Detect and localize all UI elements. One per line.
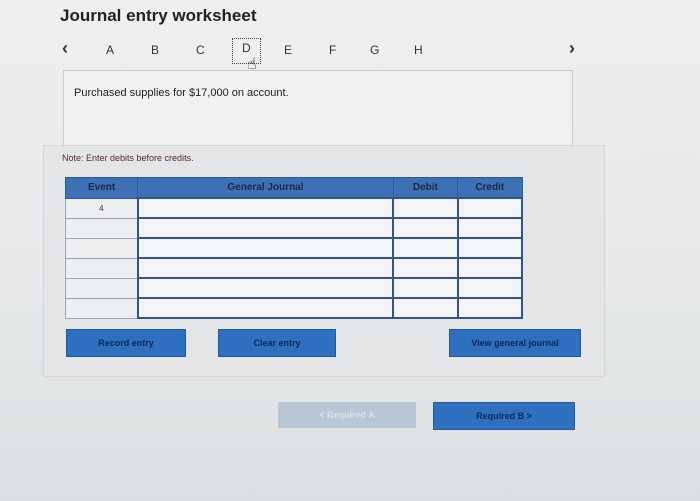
- account-input[interactable]: [136, 217, 395, 239]
- debit-input[interactable]: [392, 277, 459, 299]
- credit-input[interactable]: [456, 217, 524, 239]
- entry-note: Note: Enter debits before credits.: [62, 153, 194, 163]
- debit-input[interactable]: [392, 217, 459, 239]
- credit-input[interactable]: [456, 277, 524, 299]
- general-journal-header: General Journal: [137, 177, 394, 199]
- debit-header: Debit: [392, 177, 459, 199]
- page-title: Journal entry worksheet: [60, 6, 257, 25]
- table-row: [64, 277, 524, 299]
- journal-table: Event General Journal Debit Credit 4: [64, 177, 524, 319]
- required-b-button[interactable]: Required B >: [433, 402, 575, 430]
- table-row: 4: [64, 197, 524, 219]
- chevron-right-icon[interactable]: ›: [569, 38, 575, 59]
- event-cell: [64, 237, 139, 259]
- debit-input[interactable]: [392, 297, 459, 319]
- event-cell: [64, 277, 139, 299]
- table-row: [64, 297, 524, 319]
- account-input[interactable]: [136, 197, 395, 219]
- view-general-journal-button[interactable]: View general journal: [449, 329, 581, 357]
- debit-input[interactable]: [392, 237, 459, 259]
- account-input[interactable]: [136, 297, 395, 319]
- debit-input[interactable]: [392, 197, 459, 219]
- debit-input[interactable]: [392, 257, 459, 279]
- event-cell: [64, 217, 139, 239]
- worksheet-page: Journal entry worksheet ‹ A B C D E F G …: [0, 0, 700, 501]
- tab-f[interactable]: F: [329, 43, 336, 57]
- event-header: Event: [64, 177, 139, 199]
- table-row: [64, 217, 524, 239]
- tab-e[interactable]: E: [284, 43, 292, 57]
- credit-input[interactable]: [456, 197, 524, 219]
- chevron-left-icon[interactable]: ‹: [62, 38, 68, 59]
- tab-c[interactable]: C: [196, 43, 205, 57]
- table-row: [64, 257, 524, 279]
- tab-a[interactable]: A: [106, 43, 114, 57]
- event-cell: 4: [64, 197, 139, 219]
- credit-header: Credit: [457, 177, 523, 199]
- event-cell: [64, 257, 139, 279]
- table-row: [64, 237, 524, 259]
- event-cell: [64, 297, 139, 319]
- tab-b[interactable]: B: [151, 43, 159, 57]
- account-input[interactable]: [136, 237, 395, 259]
- question-text: Purchased supplies for $17,000 on accoun…: [74, 87, 289, 99]
- credit-input[interactable]: [456, 237, 524, 259]
- account-input[interactable]: [136, 277, 395, 299]
- record-entry-button[interactable]: Record entry: [66, 329, 186, 357]
- required-a-button[interactable]: < Required A: [278, 402, 416, 428]
- question-box: Purchased supplies for $17,000 on accoun…: [63, 70, 573, 146]
- tab-h[interactable]: H: [414, 43, 423, 57]
- account-input[interactable]: [136, 257, 395, 279]
- clear-entry-button[interactable]: Clear entry: [218, 329, 336, 357]
- tab-navigation: ‹ A B C D E F G H ›: [56, 36, 596, 68]
- credit-input[interactable]: [456, 257, 524, 279]
- credit-input[interactable]: [456, 297, 524, 319]
- tab-g[interactable]: G: [370, 43, 379, 57]
